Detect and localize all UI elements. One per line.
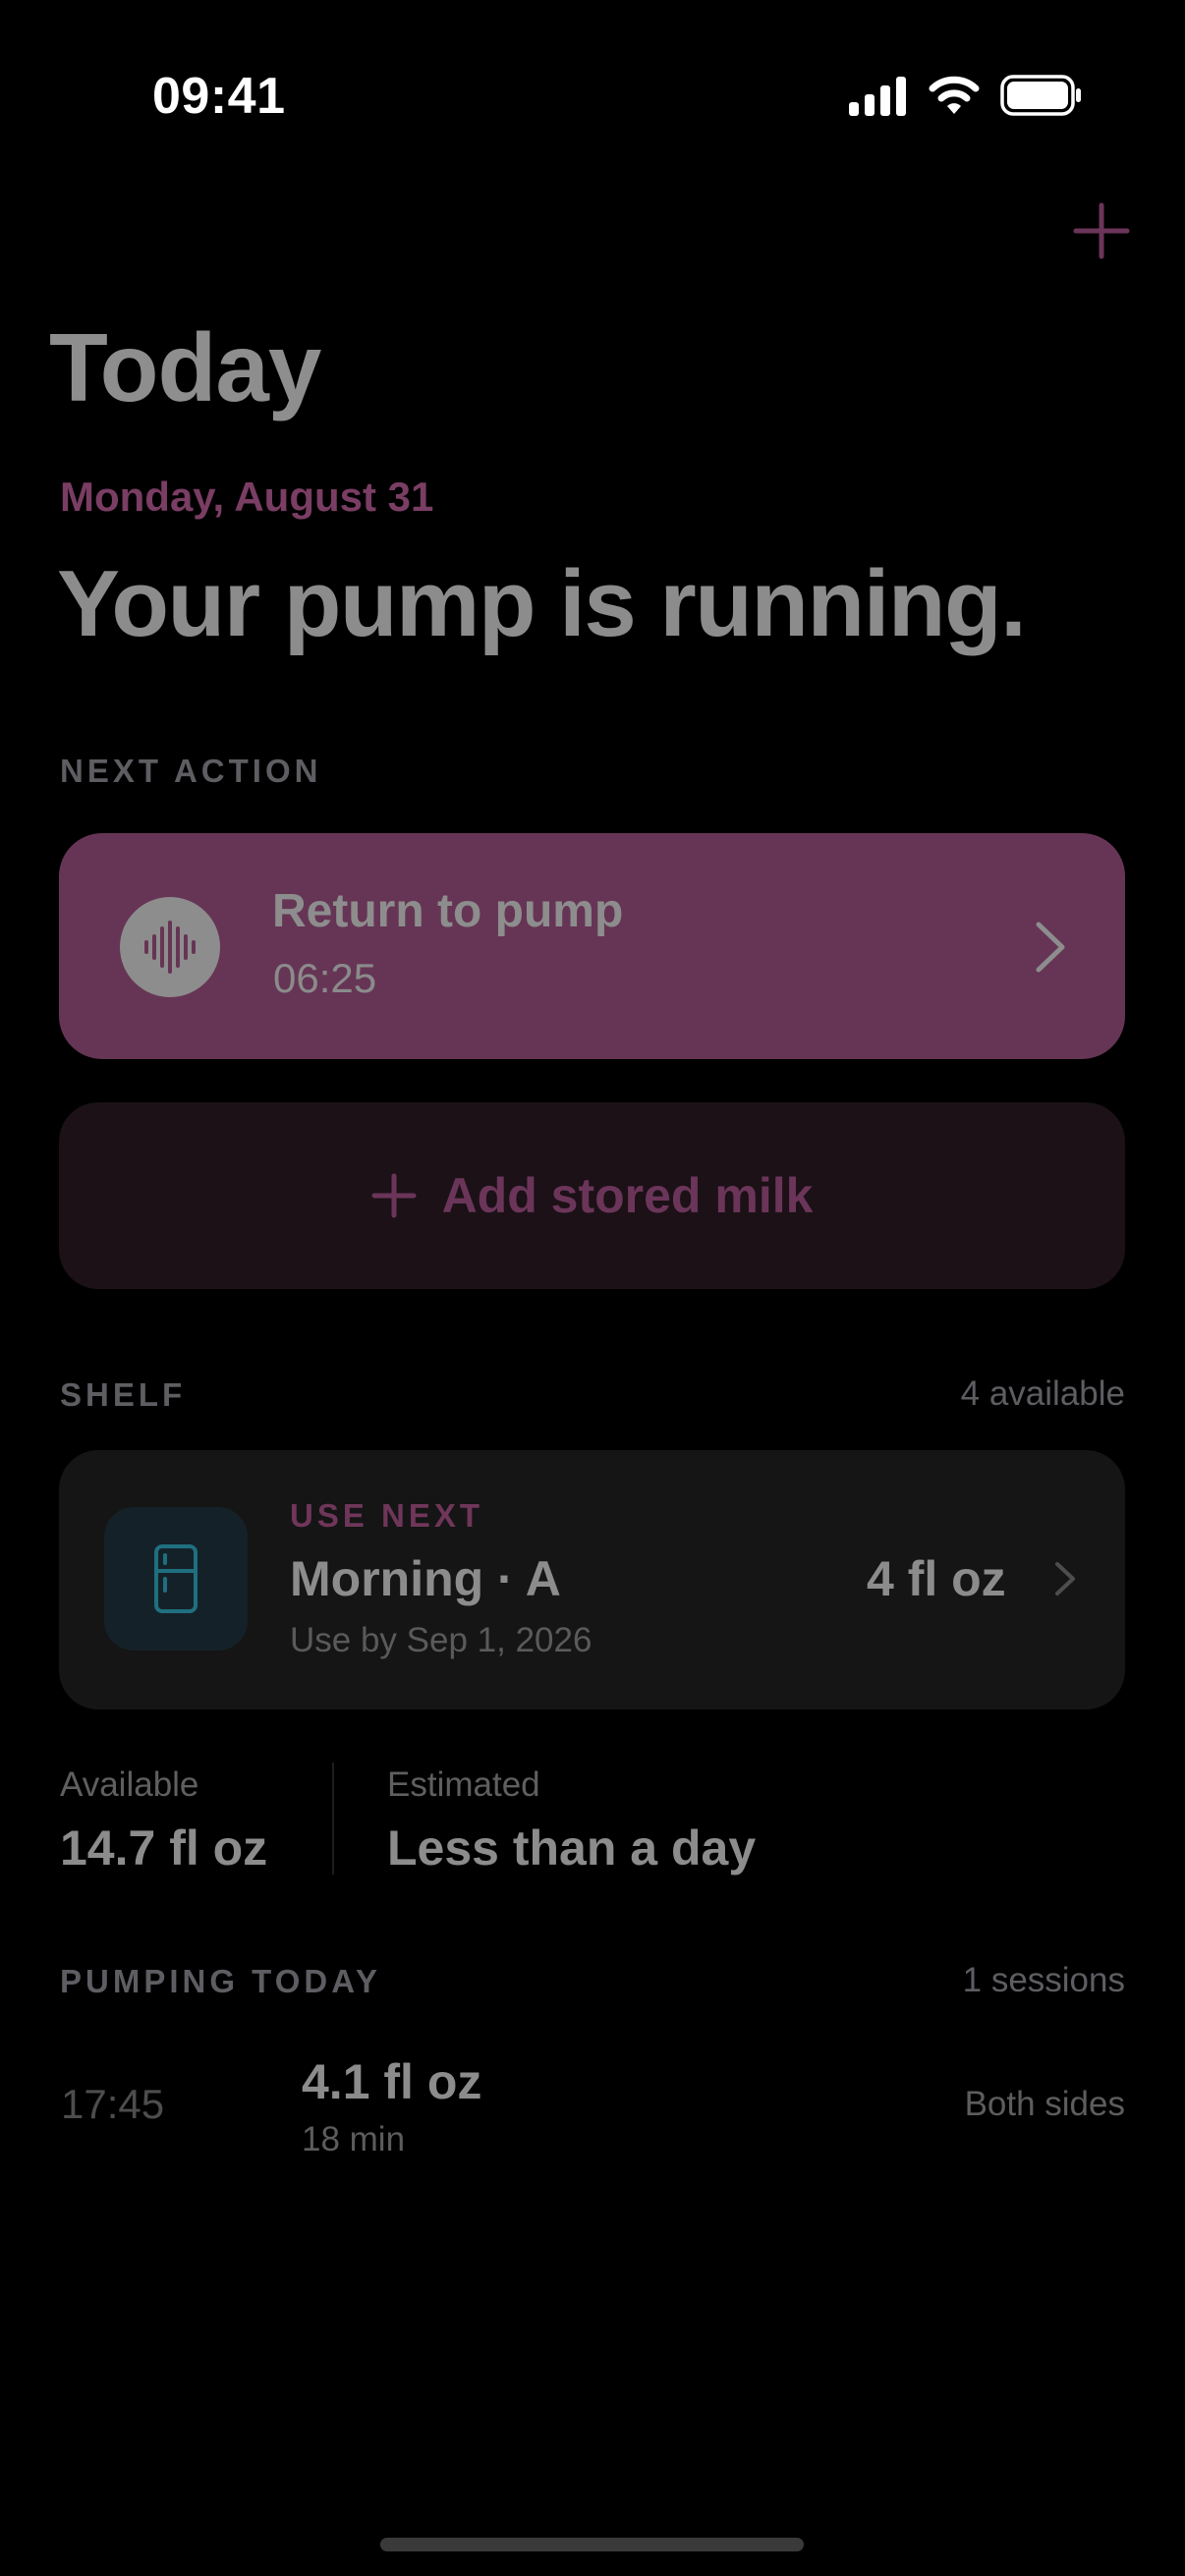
- available-label: Available: [60, 1765, 199, 1804]
- next-action-section-label: NEXT ACTION: [60, 753, 322, 789]
- waveform-icon: [120, 897, 220, 997]
- refrigerator-icon: [104, 1507, 248, 1651]
- wifi-icon: [929, 76, 980, 114]
- use-next-badge: USE NEXT: [290, 1497, 484, 1534]
- session-side: Both sides: [964, 2085, 1125, 2123]
- return-to-pump-card[interactable]: Return to pump 06:25: [59, 833, 1125, 1059]
- date-label: Monday, August 31: [60, 474, 434, 520]
- status-bar-time: 09:41: [152, 68, 286, 125]
- session-time: 17:45: [61, 2081, 165, 2127]
- pumping-today-section-label: PUMPING TODAY: [60, 1963, 382, 1999]
- chevron-right-icon: [1055, 1562, 1075, 1596]
- home-indicator[interactable]: [380, 2538, 804, 2551]
- shelf-section-label: SHELF: [60, 1376, 187, 1413]
- add-stored-milk-button[interactable]: Add stored milk: [59, 1102, 1125, 1289]
- chevron-right-icon: [1036, 922, 1065, 973]
- shelf-item-title: Morning · A: [290, 1551, 561, 1606]
- add-stored-milk-label: Add stored milk: [441, 1168, 814, 1223]
- action-timer: 06:25: [273, 955, 377, 1001]
- battery-icon: [1000, 75, 1081, 116]
- stats-divider: [332, 1763, 334, 1875]
- estimated-label: Estimated: [387, 1765, 540, 1804]
- available-value: 14.7 fl oz: [60, 1820, 268, 1876]
- plus-icon: [371, 1173, 417, 1218]
- cellular-signal-icon: [849, 77, 906, 116]
- shelf-item-amount: 4 fl oz: [867, 1551, 1006, 1606]
- session-amount: 4.1 fl oz: [302, 2054, 482, 2109]
- status-headline: Your pump is running.: [57, 551, 1027, 656]
- estimated-value: Less than a day: [387, 1820, 757, 1876]
- shelf-item-use-by: Use by Sep 1, 2026: [290, 1621, 592, 1659]
- page-title: Today: [49, 313, 321, 421]
- action-title: Return to pump: [272, 885, 624, 937]
- shelf-item-card[interactable]: USE NEXT Morning · A Use by Sep 1, 2026 …: [59, 1450, 1125, 1709]
- session-duration: 18 min: [302, 2120, 406, 2158]
- shelf-count: 4 available: [960, 1374, 1125, 1413]
- pumping-session-count: 1 sessions: [962, 1961, 1125, 1999]
- add-icon-button[interactable]: [1073, 202, 1130, 259]
